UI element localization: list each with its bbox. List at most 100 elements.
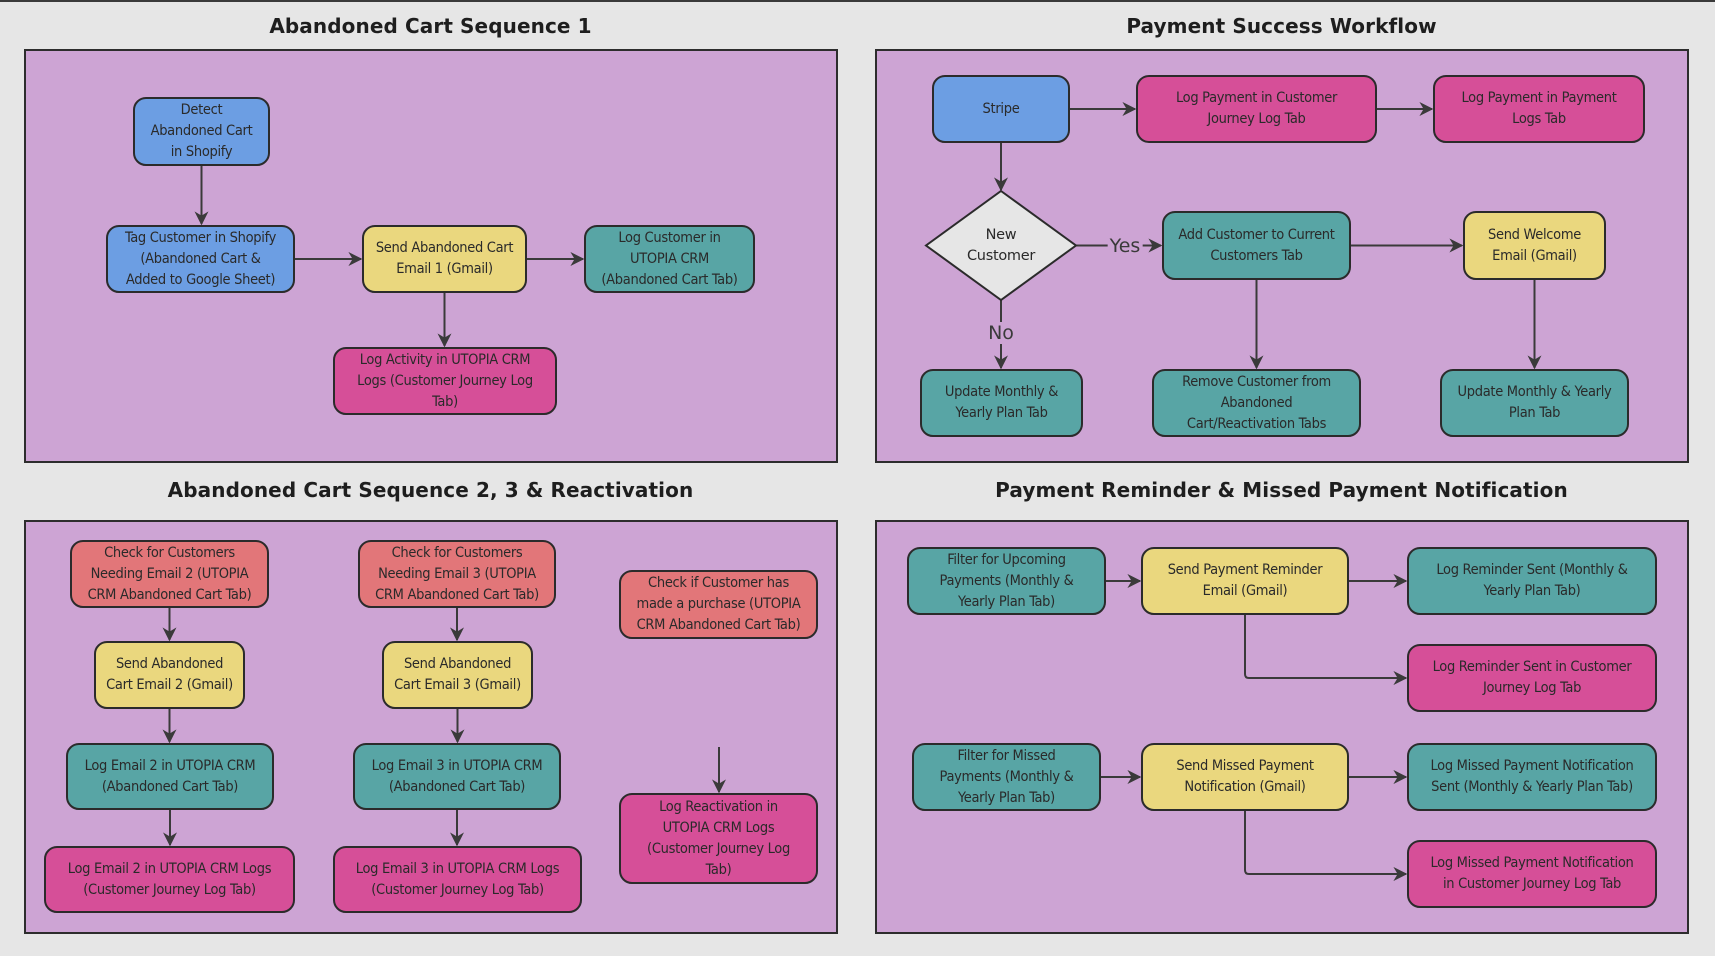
node-text-line: Tab) (705, 861, 732, 878)
flow-node-logremcj[interactable]: Log Reminder Sent in Customer Journey Log… (1407, 644, 1657, 712)
node-text-line: Log Payment in Payment (1461, 90, 1617, 106)
flow-node-sendmiss[interactable]: Send Missed Payment Notification (Gmail) (1141, 743, 1349, 811)
node-text-line: Yearly Plan Tab) (958, 789, 1055, 806)
node-text-line: in Shopify (170, 144, 233, 160)
flow-node-addcust[interactable]: Add Customer to Current Customers Tab (1162, 211, 1351, 280)
flow-node-chk2[interactable]: Check for Customers Needing Email 2 (UTOP… (70, 540, 269, 608)
node-text-line: (Abandoned Cart & (140, 250, 261, 267)
node-text-line: Check for Customers (104, 544, 235, 561)
node-text-line: New (985, 226, 1017, 243)
node-text-line: Log Payment in Customer (1175, 90, 1338, 106)
node-text-line: Log Customer in (618, 229, 721, 246)
node-label: Log Reminder Sent in Customer Journey Log… (1433, 657, 1632, 699)
flow-node-logcrm[interactable]: Log Customer in UTOPIA CRM (Abandoned Cart… (584, 225, 755, 293)
node-text-line: Send Missed Payment (1176, 758, 1314, 774)
node-text-line: Journey Log Tab (1482, 680, 1582, 696)
flow-node-sendrem[interactable]: Send Payment Reminder Email (Gmail) (1141, 547, 1349, 615)
flow-node-filtmiss[interactable]: Filter for Missed Payments (Monthly & Year… (912, 743, 1101, 811)
flow-node-detect[interactable]: Detect Abandoned Cart in Shopify (133, 97, 270, 166)
node-text-line: Check for Customers (391, 544, 523, 561)
node-label: Log Payment in Payment Logs Tab (1461, 88, 1616, 130)
node-text-line: Update Monthly & (944, 384, 1059, 400)
edge-label-yes: Yes (1107, 234, 1143, 257)
node-label: Check if Customer has made a purchase (UT… (637, 573, 801, 636)
node-text-line: Added to Google Sheet) (125, 271, 276, 288)
node-text-line: Logs Tab (1512, 111, 1566, 127)
node-label: Remove Customer from Abandoned Cart/Reacti… (1182, 372, 1331, 435)
flow-node-send2[interactable]: Send Abandoned Cart Email 2 (Gmail) (94, 641, 245, 709)
flow-node-filtup[interactable]: Filter for Upcoming Payments (Monthly & Ye… (907, 547, 1106, 615)
node-label: Log Missed Payment Notification in Custom… (1430, 853, 1633, 895)
flow-node-logact[interactable]: Log Activity in UTOPIA CRM Logs (Customer… (333, 347, 557, 415)
node-text-line: Cart Email 3 (Gmail) (394, 677, 521, 693)
node-label: Send Welcome Email (Gmail) (1488, 225, 1581, 267)
node-label: Send Abandoned Cart Email 3 (Gmail) (394, 654, 521, 696)
node-label: Send Abandoned Cart Email 1 (Gmail) (376, 238, 514, 280)
node-text-line: CRM Abandoned Cart Tab) (87, 586, 252, 603)
node-text-line: (Customer Journey Log (647, 840, 790, 857)
edge-sendrem-to-logremcj (1244, 615, 1408, 685)
node-text-line: Add Customer to Current (1178, 226, 1335, 243)
node-text-line: Abandoned (1220, 394, 1293, 411)
node-text-line: Email 1 (Gmail) (396, 261, 493, 277)
node-text-line: Cart/Reactivation Tabs (1186, 415, 1327, 432)
node-text-line: Email (Gmail) (1202, 583, 1288, 599)
node-text-line: CRM Abandoned Cart Tab) (375, 586, 539, 603)
node-label: Update Monthly & Yearly Plan Tab (945, 382, 1058, 424)
node-text-line: Journey Log Tab (1207, 111, 1306, 127)
flow-node-logrem[interactable]: Log Reminder Sent (Monthly & Yearly Plan … (1407, 547, 1657, 615)
node-text-line: in Customer Journey Log Tab (1442, 876, 1622, 892)
flow-node-chkpur[interactable]: Check if Customer has made a purchase (UT… (619, 570, 818, 639)
node-text-line: Log Activity in UTOPIA CRM (359, 351, 531, 368)
node-text-line: (Customer Journey Log Tab) (371, 881, 544, 898)
flow-node-welcome[interactable]: Send Welcome Email (Gmail) (1463, 211, 1606, 280)
flow-node-logreact[interactable]: Log Reactivation in UTOPIA CRM Logs (Custo… (619, 793, 818, 884)
flow-node-logmiss[interactable]: Log Missed Payment Notification Sent (Mon… (1407, 743, 1657, 811)
node-text-line: Send Abandoned (403, 656, 512, 672)
flow-node-log3logs[interactable]: Log Email 3 in UTOPIA CRM Logs (Customer … (333, 846, 582, 913)
node-label: Log Missed Payment Notification Sent (Mon… (1430, 756, 1633, 798)
node-text-line: Log Reminder Sent (Monthly & (1436, 562, 1628, 578)
node-text-line: (Customer Journey Log Tab) (83, 881, 256, 898)
node-text-line: Remove Customer from (1182, 373, 1331, 390)
flow-node-stripe[interactable]: Stripe (932, 75, 1070, 143)
flow-node-tag[interactable]: Tag Customer in Shopify (Abandoned Cart &… (106, 225, 295, 293)
node-text-line: Payments (Monthly & (939, 768, 1074, 785)
node-text-line: Log Missed Payment Notification (1430, 758, 1634, 774)
node-label: Update Monthly & Yearly Plan Tab (1458, 382, 1612, 424)
node-text-line: Log Reminder Sent in Customer (1432, 659, 1632, 675)
flow-node-updright[interactable]: Update Monthly & Yearly Plan Tab (1440, 369, 1629, 437)
node-label: Log Email 2 in UTOPIA CRM (Abandoned Cart… (85, 756, 256, 798)
node-label: Send Abandoned Cart Email 2 (Gmail) (106, 654, 233, 696)
node-text-line: Tab) (432, 393, 458, 410)
decision-label: New Customer (967, 225, 1035, 267)
flow-node-chk3[interactable]: Check for Customers Needing Email 3 (UTOP… (358, 540, 556, 608)
flow-node-remove[interactable]: Remove Customer from Abandoned Cart/Reacti… (1152, 369, 1361, 437)
node-text-line: UTOPIA CRM (629, 250, 709, 267)
node-text-line: Send Abandoned (115, 656, 224, 672)
node-text-line: Plan Tab (1508, 405, 1561, 421)
node-label: Log Email 3 in UTOPIA CRM Logs (Customer … (356, 859, 560, 901)
flow-node-logpaycj[interactable]: Log Payment in Customer Journey Log Tab (1136, 75, 1377, 143)
edge-label-no: No (986, 321, 1016, 344)
flow-node-logpaylogs[interactable]: Log Payment in Payment Logs Tab (1433, 75, 1645, 143)
node-label: Log Reminder Sent (Monthly & Yearly Plan … (1436, 560, 1628, 602)
flow-node-log2logs[interactable]: Log Email 2 in UTOPIA CRM Logs (Customer … (44, 846, 295, 913)
node-label: Detect Abandoned Cart in Shopify (151, 100, 253, 163)
flow-node-updleft[interactable]: Update Monthly & Yearly Plan Tab (920, 369, 1083, 437)
node-text-line: Update Monthly & Yearly (1457, 384, 1612, 400)
node-text-line: (Abandoned Cart Tab) (388, 778, 526, 795)
node-text-line: (Abandoned Cart Tab) (601, 271, 738, 288)
flow-node-send3[interactable]: Send Abandoned Cart Email 3 (Gmail) (382, 641, 533, 709)
node-text-line: Logs (Customer Journey Log (357, 372, 533, 389)
node-text-line: Cart Email 2 (Gmail) (106, 677, 233, 693)
node-text-line: Filter for Upcoming (947, 551, 1066, 568)
node-text-line: Needing Email 3 (UTOPIA (378, 565, 536, 582)
flow-node-logmisscj[interactable]: Log Missed Payment Notification in Custom… (1407, 840, 1657, 908)
flow-node-log2crm[interactable]: Log Email 2 in UTOPIA CRM (Abandoned Cart… (66, 743, 274, 810)
flow-node-log3crm[interactable]: Log Email 3 in UTOPIA CRM (Abandoned Cart… (353, 743, 561, 810)
node-text-line: Check if Customer has (648, 575, 789, 591)
flow-node-send1[interactable]: Send Abandoned Cart Email 1 (Gmail) (362, 225, 527, 293)
node-label: Log Email 2 in UTOPIA CRM Logs (Customer … (68, 859, 272, 901)
node-label: Log Email 3 in UTOPIA CRM (Abandoned Cart… (372, 756, 543, 798)
